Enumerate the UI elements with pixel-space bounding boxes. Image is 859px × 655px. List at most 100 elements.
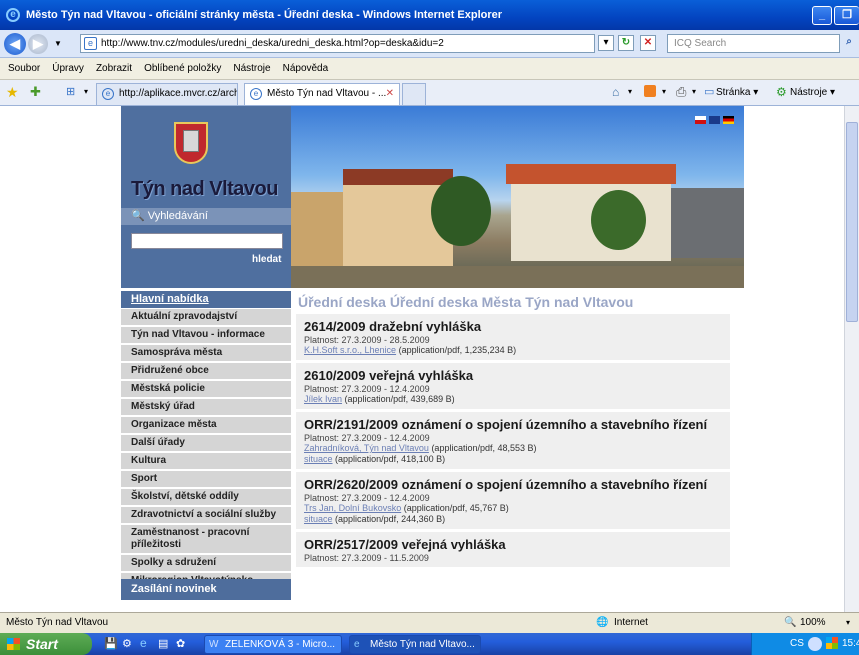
minimize-button[interactable]: _	[812, 6, 832, 25]
search-input[interactable]: ICQ Search	[667, 34, 840, 53]
tab-list-icon[interactable]: ▾	[84, 87, 88, 96]
start-button[interactable]: Start	[0, 633, 92, 655]
zoom-dropdown-icon[interactable]: ▾	[846, 613, 850, 633]
flag-czech-icon[interactable]	[695, 116, 706, 124]
site-search-input[interactable]	[131, 233, 283, 249]
start-label: Start	[26, 636, 58, 652]
notice-file-link[interactable]: Jílek Ivan	[304, 394, 342, 404]
page-viewport: Týn nad Vltavou 🔍 Vyhledávání hledat Hla…	[0, 106, 844, 612]
forward-button[interactable]: ▶	[28, 33, 48, 54]
stop-icon[interactable]: ✕	[640, 35, 656, 51]
quicklaunch-ie-icon[interactable]: e	[140, 636, 147, 650]
notice-item: ORR/2191/2009 oznámení o spojení územníh…	[296, 412, 730, 472]
notice-file-info: (application/pdf, 439,689 B)	[344, 394, 455, 404]
history-dropdown-icon[interactable]: ▼	[54, 39, 62, 48]
menu-item[interactable]: Školství, dětské oddíly	[121, 489, 291, 507]
url-dropdown-button[interactable]: ▾	[598, 35, 614, 51]
vertical-scrollbar[interactable]	[844, 106, 859, 612]
menu-item[interactable]: Městský úřad	[121, 399, 291, 417]
address-bar: ◀ ▶ ▼ e http://www.tnv.cz/modules/uredni_…	[0, 30, 859, 58]
notice-file-link[interactable]: situace	[304, 514, 333, 524]
menu-napoveda[interactable]: Nápověda	[283, 63, 329, 74]
window-title-bar: e Město Týn nad Vltavou - oficiální strá…	[0, 0, 859, 30]
menu-item[interactable]: Zdravotnictví a sociální služby	[121, 507, 291, 525]
menu-item[interactable]: Týn nad Vltavou - informace	[121, 327, 291, 345]
home-icon[interactable]: ⌂	[612, 85, 619, 99]
zoom-level[interactable]: 100%	[800, 613, 826, 633]
quicklaunch-app-icon[interactable]: ✿	[176, 637, 185, 650]
notice-file-link[interactable]: situace	[304, 454, 333, 464]
ie-task-icon: e	[354, 639, 360, 650]
print-icon[interactable]: ⎙	[676, 84, 686, 100]
search-icon[interactable]: ⌕	[841, 35, 857, 51]
notice-file-link[interactable]: K.H.Soft s.r.o., Lhenice	[304, 345, 396, 355]
add-favorite-icon[interactable]: ✚	[30, 84, 41, 100]
quicklaunch-media-icon[interactable]: ⚙	[122, 637, 132, 650]
print-dropdown-icon[interactable]: ▾	[692, 87, 696, 96]
tools-menu[interactable]: Nástroje ▾	[790, 87, 835, 98]
menu-item[interactable]: Sport	[121, 471, 291, 489]
search-label: 🔍 Vyhledávání	[121, 208, 291, 225]
menu-item[interactable]: Aktuální zpravodajství	[121, 309, 291, 327]
page-menu-icon: ▭	[704, 86, 715, 98]
close-tab-icon[interactable]: ✕	[386, 84, 394, 104]
page-icon: e	[84, 37, 97, 50]
menu-item[interactable]: Další úřady	[121, 435, 291, 453]
zoom-icon: 🔍	[784, 617, 797, 628]
tab-mvcr[interactable]: e http://aplikace.mvcr.cz/archi...	[96, 83, 238, 105]
notice-file-link[interactable]: Zahradníková, Týn nad Vltavou	[304, 443, 429, 453]
quick-tabs-icon[interactable]: ⊞	[66, 85, 75, 98]
language-indicator[interactable]: CS	[790, 633, 804, 655]
menu-item[interactable]: Spolky a sdružení	[121, 555, 291, 573]
menu-item[interactable]: Přidružené obce	[121, 363, 291, 381]
scrollbar-thumb[interactable]	[846, 122, 858, 322]
notice-title: ORR/2517/2009 veřejná vyhláška	[304, 537, 506, 552]
menu-item[interactable]: Městská policie	[121, 381, 291, 399]
tray-network-icon[interactable]	[808, 637, 822, 651]
menu-item[interactable]: Zaměstnanost - pracovní příležitosti	[121, 525, 291, 555]
menu-item[interactable]: Kultura	[121, 453, 291, 471]
url-input[interactable]: e http://www.tnv.cz/modules/uredni_deska/…	[80, 34, 595, 53]
favorites-star-icon[interactable]: ★	[6, 84, 19, 101]
menu-item[interactable]: Organizace města	[121, 417, 291, 435]
notice-file-info: (application/pdf, 48,553 B)	[431, 443, 537, 453]
main-menu-header[interactable]: Hlavní nabídka	[121, 291, 291, 308]
notice-file: K.H.Soft s.r.o., Lhenice (application/pd…	[304, 345, 722, 356]
quicklaunch-save-icon[interactable]: 💾	[104, 637, 118, 650]
task-ie-label: Město Týn nad Vltavo...	[370, 639, 475, 650]
back-button[interactable]: ◀	[4, 32, 26, 55]
menu-oblibene[interactable]: Oblíbené položky	[144, 63, 221, 74]
windows-logo-icon	[7, 638, 20, 650]
clock: 15:4	[842, 638, 859, 649]
quicklaunch-doc-icon[interactable]: ▤	[158, 637, 168, 650]
feeds-icon[interactable]	[644, 85, 656, 97]
flag-german-icon[interactable]	[723, 116, 734, 124]
home-dropdown-icon[interactable]: ▾	[628, 87, 632, 96]
tray-security-icon[interactable]	[826, 637, 838, 649]
menu-soubor[interactable]: Soubor	[8, 63, 40, 74]
notice-file-info: (application/pdf, 45,767 B)	[403, 503, 509, 513]
task-word[interactable]: W ZELENKOVÁ 3 - Micro...	[204, 635, 342, 654]
page-menu[interactable]: Stránka ▾	[716, 87, 758, 98]
flag-english-icon[interactable]	[709, 116, 720, 124]
maximize-button[interactable]: ❐	[834, 6, 859, 25]
task-ie[interactable]: e Město Týn nad Vltavo...	[349, 635, 481, 654]
globe-icon: 🌐	[596, 617, 609, 628]
taskbar: Start 💾 ⚙ e ▤ ✿ W ZELENKOVÁ 3 - Micro... …	[0, 633, 859, 655]
tab-tnv[interactable]: e Město Týn nad Vltavou - ... ✕	[244, 83, 400, 105]
notice-item: ORR/2517/2009 veřejná vyhláška Platnost: …	[296, 532, 730, 570]
menu-item[interactable]: Samospráva města	[121, 345, 291, 363]
search-submit-button[interactable]: hledat	[252, 254, 281, 265]
menu-nastroje[interactable]: Nástroje	[233, 63, 270, 74]
new-tab-button[interactable]	[402, 83, 426, 105]
notice-file-link[interactable]: Trs Jan, Dolní Bukovsko	[304, 503, 401, 513]
feeds-dropdown-icon[interactable]: ▾	[662, 87, 666, 96]
menu-zobrazit[interactable]: Zobrazit	[96, 63, 132, 74]
menu-bar: Soubor Úpravy Zobrazit Oblíbené položky …	[0, 58, 859, 80]
newsletter-link[interactable]: Zasílání novinek	[121, 579, 291, 600]
menu-upravy[interactable]: Úpravy	[52, 63, 84, 74]
url-text: http://www.tnv.cz/modules/uredni_deska/u…	[101, 38, 444, 49]
notice-file: Zahradníková, Týn nad Vltavou (applicati…	[304, 443, 722, 454]
refresh-icon[interactable]: ↻	[618, 35, 634, 51]
tools-gear-icon: ⚙	[776, 85, 787, 99]
